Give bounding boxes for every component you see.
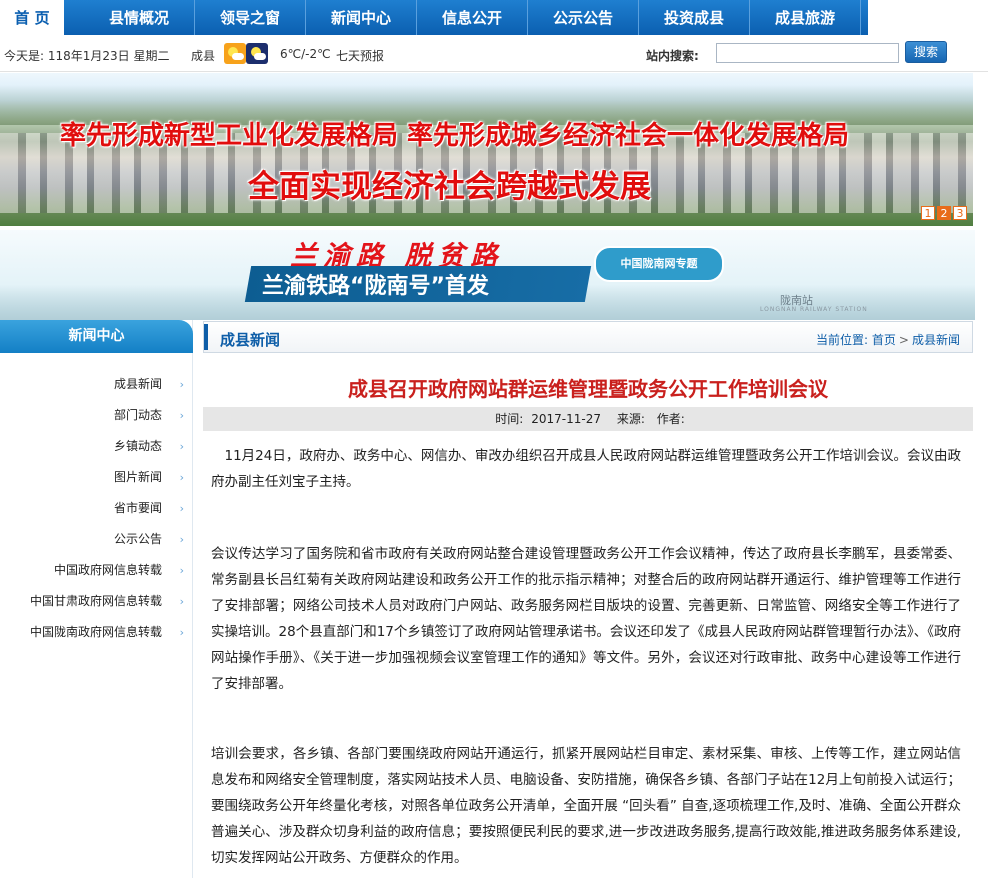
sidebar-item-announcements[interactable]: 公示公告 ›	[114, 530, 184, 550]
time-label: 时间:	[495, 412, 524, 426]
publish-date: 2017-11-27	[531, 412, 602, 426]
search-button[interactable]: 搜索	[905, 41, 947, 63]
section-title: 成县新闻	[220, 331, 281, 349]
article-paragraph-1: 11月24日，政府办、政务中心、网信办、审改办组织召开成县人民政府网站群运维管理…	[211, 448, 961, 490]
chevron-right-icon: ›	[179, 378, 184, 391]
chevron-right-icon: ›	[179, 409, 184, 422]
article-title: 成县召开政府网站群运维管理暨政务公开工作培训会议	[348, 377, 828, 401]
top-nav: 首 页 县情概况 领导之窗 新闻中心 信息公开 公示公告 投资成县 成县旅游	[0, 0, 988, 35]
night-cloudy-icon	[246, 43, 268, 64]
banner2-headline: 兰渝铁路“陇南号”首发	[262, 274, 489, 299]
nav-info-disclosure[interactable]: 信息公开	[417, 0, 528, 35]
nav-news-center[interactable]: 新闻中心	[306, 0, 417, 35]
article-meta: 时间: 2017-11-27 来源: 作者:	[203, 407, 973, 431]
breadcrumb: 当前位置: 首页 > 成县新闻	[816, 331, 960, 348]
seven-day-forecast-link[interactable]: 七天预报	[336, 47, 384, 64]
banner-slogan-line2: 全面实现经济社会跨越式发展	[248, 169, 651, 205]
chevron-right-icon: ›	[179, 502, 184, 515]
section-header: 成县新闻 当前位置: 首页 > 成县新闻	[203, 321, 973, 353]
sidebar-item-longnan-repost[interactable]: 中国陇南政府网信息转载 ›	[30, 623, 184, 643]
special-topic-tag: 中国陇南网专题	[594, 246, 724, 282]
sidebar-item-provincial-news[interactable]: 省市要闻 ›	[114, 499, 184, 519]
left-sidebar: 新闻中心 成县新闻 › 部门动态 › 乡镇动态 › 图片新闻 › 省市要闻 › 公示公告 ›…	[0, 320, 193, 878]
sidebar-title: 新闻中心	[0, 320, 193, 353]
chevron-right-icon: ›	[179, 471, 184, 484]
nav-tourism[interactable]: 成县旅游	[750, 0, 861, 35]
breadcrumb-label: 当前位置:	[816, 333, 869, 347]
article-paragraph-3: 培训会要求，各乡镇、各部门要围绕政府网站开通运行，抓紧开展网站栏目审定、素材采集…	[211, 746, 961, 866]
chevron-right-icon: ›	[179, 533, 184, 546]
banner-pager: 123	[919, 206, 967, 220]
nav-county-overview[interactable]: 县情概况	[84, 0, 195, 35]
info-bar: 今天是: 118年1月23日 星期二 成县 6℃/-2℃ 七天预报 站内搜索: …	[0, 35, 988, 72]
hero-banner[interactable]: 率先形成新型工业化发展格局 率先形成城乡经济社会一体化发展格局 全面实现经济社会…	[0, 73, 973, 226]
source-label: 来源:	[616, 412, 645, 426]
breadcrumb-current[interactable]: 成县新闻	[912, 333, 960, 347]
chevron-right-icon: ›	[179, 440, 184, 453]
banner-page-1[interactable]: 1	[921, 206, 935, 220]
search-input[interactable]	[716, 43, 899, 63]
breadcrumb-home[interactable]: 首页	[872, 333, 896, 347]
nav-invest[interactable]: 投资成县	[639, 0, 750, 35]
sunny-cloudy-icon	[224, 43, 246, 64]
nav-announcements[interactable]: 公示公告	[528, 0, 639, 35]
chevron-right-icon: ›	[179, 626, 184, 639]
sidebar-item-gansu-repost[interactable]: 中国甘肃政府网信息转载 ›	[30, 592, 184, 612]
weather-city: 成县	[191, 49, 216, 63]
sidebar-item-photo-news[interactable]: 图片新闻 ›	[114, 468, 184, 488]
article-paragraph-2: 会议传达学习了国务院和省市政府有关政府网站整合建设管理暨政务公开工作会议精神，传…	[211, 546, 961, 692]
sidebar-item-department-news[interactable]: 部门动态 ›	[114, 406, 184, 426]
sidebar-item-township-news[interactable]: 乡镇动态 ›	[114, 437, 184, 457]
author-label: 作者:	[656, 412, 685, 426]
banner-page-3[interactable]: 3	[953, 206, 967, 220]
nav-home[interactable]: 首 页	[0, 0, 64, 35]
banner-slogan-line1: 率先形成新型工业化发展格局 率先形成城乡经济社会一体化发展格局	[60, 121, 850, 151]
special-topic-banner[interactable]: 兰渝路 脱贫路 兰渝铁路“陇南号”首发 中国陇南网专题 陇南站 LONGNAN …	[0, 230, 975, 320]
current-date: 今天是: 118年1月23日 星期二	[4, 49, 170, 63]
nav-leaders[interactable]: 领导之窗	[195, 0, 306, 35]
banner-page-2[interactable]: 2	[937, 206, 951, 220]
search-label: 站内搜索:	[646, 49, 699, 63]
breadcrumb-separator: >	[898, 333, 909, 347]
sidebar-item-gov-cn-repost[interactable]: 中国政府网信息转载 ›	[54, 561, 184, 581]
temperature: 6℃/-2℃	[280, 47, 331, 61]
chevron-right-icon: ›	[179, 595, 184, 608]
chevron-right-icon: ›	[179, 564, 184, 577]
station-name-en: LONGNAN RAILWAY STATION	[760, 306, 868, 313]
nav-spacer	[868, 0, 988, 35]
sidebar-item-county-news[interactable]: 成县新闻 ›	[114, 375, 184, 395]
